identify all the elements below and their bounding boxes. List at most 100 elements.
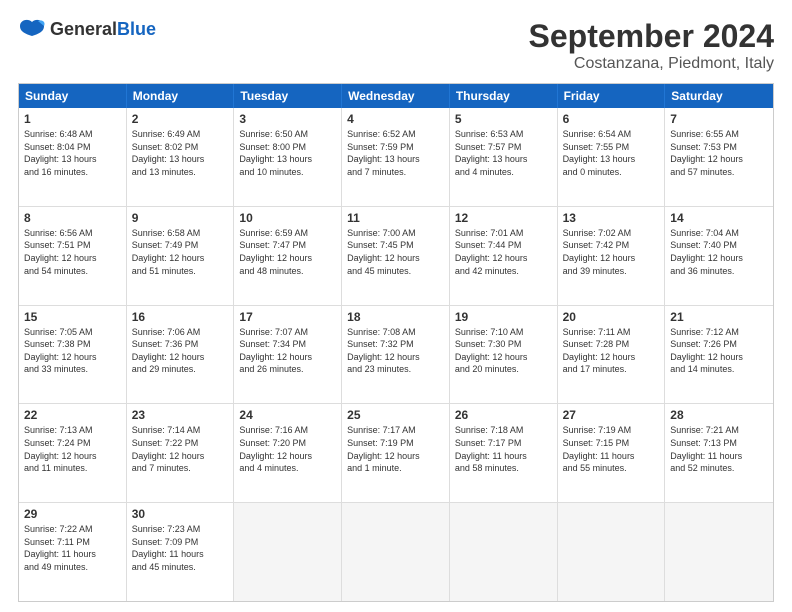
- day-number: 15: [24, 310, 121, 324]
- cell-text: Sunrise: 6:48 AMSunset: 8:04 PMDaylight:…: [24, 128, 121, 178]
- day-number: 8: [24, 211, 121, 225]
- table-row: 11 Sunrise: 7:00 AMSunset: 7:45 PMDayligh…: [342, 207, 450, 305]
- day-number: 7: [670, 112, 768, 126]
- cell-text: Sunrise: 7:18 AMSunset: 7:17 PMDaylight:…: [455, 424, 552, 474]
- table-row: [665, 503, 773, 601]
- day-number: 2: [132, 112, 229, 126]
- table-row: 2Sunrise: 6:49 AMSunset: 8:02 PMDaylight…: [127, 108, 235, 206]
- header-saturday: Saturday: [665, 84, 773, 108]
- table-row: 8 Sunrise: 6:56 AMSunset: 7:51 PMDaylight…: [19, 207, 127, 305]
- location-title: Costanzana, Piedmont, Italy: [529, 55, 774, 73]
- table-row: 19Sunrise: 7:10 AMSunset: 7:30 PMDayligh…: [450, 306, 558, 404]
- day-number: 29: [24, 507, 121, 521]
- day-number: 12: [455, 211, 552, 225]
- day-number: 24: [239, 408, 336, 422]
- cell-text: Sunrise: 6:56 AMSunset: 7:51 PMDaylight:…: [24, 227, 121, 277]
- table-row: 6 Sunrise: 6:54 AMSunset: 7:55 PMDaylight…: [558, 108, 666, 206]
- cell-text: Sunrise: 6:55 AMSunset: 7:53 PMDaylight:…: [670, 128, 768, 178]
- cell-text: Sunrise: 7:13 AMSunset: 7:24 PMDaylight:…: [24, 424, 121, 474]
- table-row: 26 Sunrise: 7:18 AMSunset: 7:17 PMDayligh…: [450, 404, 558, 502]
- logo-blue: Blue: [117, 19, 156, 39]
- day-number: 10: [239, 211, 336, 225]
- table-row: 24 Sunrise: 7:16 AMSunset: 7:20 PMDayligh…: [234, 404, 342, 502]
- day-number: 28: [670, 408, 768, 422]
- cell-text: Sunrise: 6:59 AMSunset: 7:47 PMDaylight:…: [239, 227, 336, 277]
- header-sunday: Sunday: [19, 84, 127, 108]
- table-row: 12 Sunrise: 7:01 AMSunset: 7:44 PMDayligh…: [450, 207, 558, 305]
- day-number: 4: [347, 112, 444, 126]
- table-row: 27 Sunrise: 7:19 AMSunset: 7:15 PMDayligh…: [558, 404, 666, 502]
- logo-general: General: [50, 19, 117, 39]
- table-row: 16 Sunrise: 7:06 AMSunset: 7:36 PMDayligh…: [127, 306, 235, 404]
- day-number: 16: [132, 310, 229, 324]
- day-number: 11: [347, 211, 444, 225]
- cell-text: Sunrise: 7:01 AMSunset: 7:44 PMDaylight:…: [455, 227, 552, 277]
- cell-text: Sunrise: 7:10 AMSunset: 7:30 PMDaylight:…: [455, 326, 552, 376]
- day-number: 26: [455, 408, 552, 422]
- cell-text: Sunrise: 7:22 AMSunset: 7:11 PMDaylight:…: [24, 523, 121, 573]
- table-row: 15 Sunrise: 7:05 AMSunset: 7:38 PMDayligh…: [19, 306, 127, 404]
- day-number: 6: [563, 112, 660, 126]
- table-row: 18Sunrise: 7:08 AMSunset: 7:32 PMDayligh…: [342, 306, 450, 404]
- table-row: [558, 503, 666, 601]
- cell-text: Sunrise: 7:19 AMSunset: 7:15 PMDaylight:…: [563, 424, 660, 474]
- cell-text: Sunrise: 6:58 AMSunset: 7:49 PMDaylight:…: [132, 227, 229, 277]
- table-row: [450, 503, 558, 601]
- cell-text: Sunrise: 7:14 AMSunset: 7:22 PMDaylight:…: [132, 424, 229, 474]
- day-number: 14: [670, 211, 768, 225]
- cell-text: Sunrise: 7:23 AMSunset: 7:09 PMDaylight:…: [132, 523, 229, 573]
- table-row: 4 Sunrise: 6:52 AMSunset: 7:59 PMDaylight…: [342, 108, 450, 206]
- table-row: 28Sunrise: 7:21 AMSunset: 7:13 PMDayligh…: [665, 404, 773, 502]
- table-row: [342, 503, 450, 601]
- table-row: 22 Sunrise: 7:13 AMSunset: 7:24 PMDayligh…: [19, 404, 127, 502]
- week-row-0: 1 Sunrise: 6:48 AMSunset: 8:04 PMDaylight…: [19, 108, 773, 207]
- month-title: September 2024: [529, 18, 774, 55]
- cell-text: Sunrise: 6:54 AMSunset: 7:55 PMDaylight:…: [563, 128, 660, 178]
- header-monday: Monday: [127, 84, 235, 108]
- cell-text: Sunrise: 7:05 AMSunset: 7:38 PMDaylight:…: [24, 326, 121, 376]
- cell-text: Sunrise: 7:17 AMSunset: 7:19 PMDaylight:…: [347, 424, 444, 474]
- day-number: 1: [24, 112, 121, 126]
- day-number: 22: [24, 408, 121, 422]
- table-row: 1 Sunrise: 6:48 AMSunset: 8:04 PMDaylight…: [19, 108, 127, 206]
- table-row: 25 Sunrise: 7:17 AMSunset: 7:19 PMDayligh…: [342, 404, 450, 502]
- calendar: Sunday Monday Tuesday Wednesday Thursday…: [18, 83, 774, 602]
- day-number: 27: [563, 408, 660, 422]
- table-row: 9Sunrise: 6:58 AMSunset: 7:49 PMDaylight…: [127, 207, 235, 305]
- cell-text: Sunrise: 6:52 AMSunset: 7:59 PMDaylight:…: [347, 128, 444, 178]
- header-tuesday: Tuesday: [234, 84, 342, 108]
- title-block: September 2024 Costanzana, Piedmont, Ita…: [529, 18, 774, 73]
- day-number: 13: [563, 211, 660, 225]
- table-row: 5 Sunrise: 6:53 AMSunset: 7:57 PMDaylight…: [450, 108, 558, 206]
- day-number: 21: [670, 310, 768, 324]
- table-row: 14 Sunrise: 7:04 AMSunset: 7:40 PMDayligh…: [665, 207, 773, 305]
- table-row: 10 Sunrise: 6:59 AMSunset: 7:47 PMDayligh…: [234, 207, 342, 305]
- day-number: 5: [455, 112, 552, 126]
- calendar-header: Sunday Monday Tuesday Wednesday Thursday…: [19, 84, 773, 108]
- table-row: [234, 503, 342, 601]
- logo: GeneralBlue: [18, 18, 156, 40]
- table-row: 17Sunrise: 7:07 AMSunset: 7:34 PMDayligh…: [234, 306, 342, 404]
- cell-text: Sunrise: 7:11 AMSunset: 7:28 PMDaylight:…: [563, 326, 660, 376]
- cell-text: Sunrise: 7:16 AMSunset: 7:20 PMDaylight:…: [239, 424, 336, 474]
- table-row: 13Sunrise: 7:02 AMSunset: 7:42 PMDayligh…: [558, 207, 666, 305]
- day-number: 25: [347, 408, 444, 422]
- table-row: 7 Sunrise: 6:55 AMSunset: 7:53 PMDaylight…: [665, 108, 773, 206]
- logo-text: GeneralBlue: [50, 19, 156, 40]
- week-row-1: 8 Sunrise: 6:56 AMSunset: 7:51 PMDaylight…: [19, 207, 773, 306]
- week-row-3: 22 Sunrise: 7:13 AMSunset: 7:24 PMDayligh…: [19, 404, 773, 503]
- cell-text: Sunrise: 7:00 AMSunset: 7:45 PMDaylight:…: [347, 227, 444, 277]
- cell-text: Sunrise: 7:04 AMSunset: 7:40 PMDaylight:…: [670, 227, 768, 277]
- week-row-2: 15 Sunrise: 7:05 AMSunset: 7:38 PMDayligh…: [19, 306, 773, 405]
- header-friday: Friday: [558, 84, 666, 108]
- day-number: 23: [132, 408, 229, 422]
- cell-text: Sunrise: 6:53 AMSunset: 7:57 PMDaylight:…: [455, 128, 552, 178]
- week-row-4: 29 Sunrise: 7:22 AMSunset: 7:11 PMDayligh…: [19, 503, 773, 601]
- calendar-body: 1 Sunrise: 6:48 AMSunset: 8:04 PMDaylight…: [19, 108, 773, 601]
- cell-text: Sunrise: 7:06 AMSunset: 7:36 PMDaylight:…: [132, 326, 229, 376]
- day-number: 17: [239, 310, 336, 324]
- header-thursday: Thursday: [450, 84, 558, 108]
- table-row: 20Sunrise: 7:11 AMSunset: 7:28 PMDayligh…: [558, 306, 666, 404]
- day-number: 30: [132, 507, 229, 521]
- table-row: 21Sunrise: 7:12 AMSunset: 7:26 PMDayligh…: [665, 306, 773, 404]
